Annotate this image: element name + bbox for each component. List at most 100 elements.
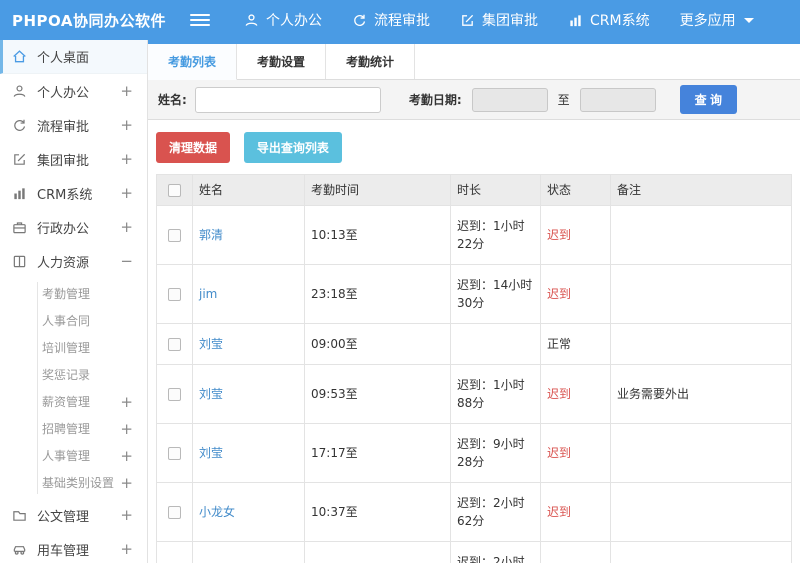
duration: 迟到：1小时88分 bbox=[450, 364, 541, 424]
row-checkbox[interactable] bbox=[168, 288, 181, 301]
date-to-input[interactable] bbox=[579, 87, 656, 112]
expand-plus-icon[interactable]: + bbox=[120, 393, 137, 411]
nav-crm-system[interactable]: CRM系统 bbox=[568, 10, 650, 30]
attendance-time: 09:00至 bbox=[304, 323, 451, 365]
expand-plus-icon[interactable]: + bbox=[120, 506, 137, 524]
expand-plus-icon[interactable]: + bbox=[120, 116, 137, 134]
sidebar-subitem-attendance[interactable]: 考勤管理 bbox=[0, 280, 147, 307]
process-icon bbox=[354, 14, 366, 26]
edit-icon bbox=[12, 151, 28, 167]
row-checkbox[interactable] bbox=[168, 447, 181, 460]
sidebar-subitem-label: 奖惩记录 bbox=[42, 368, 91, 382]
attendance-time: 10:37至 bbox=[304, 482, 451, 542]
employee-name-link[interactable]: 刘莹 bbox=[199, 337, 223, 351]
expand-plus-icon[interactable]: + bbox=[120, 184, 137, 202]
sidebar: 个人桌面 个人办公 + 流程审批 + 集团审批 + CRM系统 + 行政办公 +… bbox=[0, 40, 148, 563]
attendance-table-wrap: 姓名 考勤时间 时长 状态 备注 郭清 10:13至 迟到：1小时22分 迟到 bbox=[156, 174, 792, 563]
nav-label: 集团审批 bbox=[482, 13, 538, 29]
expand-plus-icon[interactable]: + bbox=[120, 540, 137, 558]
expand-plus-icon[interactable]: + bbox=[120, 218, 137, 236]
sidebar-item-desktop[interactable]: 个人桌面 bbox=[0, 40, 147, 74]
clear-data-button[interactable]: 清理数据 bbox=[156, 132, 231, 163]
select-all-checkbox[interactable] bbox=[168, 184, 181, 197]
employee-name-link[interactable]: 郭清 bbox=[199, 228, 223, 242]
table-row: jim 23:18至 迟到：14小时30分 迟到 bbox=[156, 264, 792, 324]
note bbox=[610, 264, 792, 324]
sidebar-subitem-label: 培训管理 bbox=[42, 341, 91, 355]
tab-attendance-settings[interactable]: 考勤设置 bbox=[237, 44, 327, 79]
duration: 迟到：9小时28分 bbox=[450, 423, 541, 483]
employee-name-link[interactable]: 小龙女 bbox=[199, 505, 235, 519]
nav-label: 流程审批 bbox=[374, 13, 430, 29]
caret-down-icon bbox=[743, 17, 754, 23]
column-header-note: 备注 bbox=[610, 174, 792, 206]
name-filter-label: 姓名: bbox=[158, 93, 187, 107]
sidebar-item-label: CRM系统 bbox=[37, 187, 93, 203]
sidebar-subitem-salary[interactable]: 薪资管理 + bbox=[0, 388, 147, 415]
table-row: 刘莹 09:53至 迟到：1小时88分 迟到 业务需要外出 bbox=[156, 364, 792, 424]
tab-attendance-list[interactable]: 考勤列表 bbox=[148, 44, 238, 80]
app-title: PHPOA协同办公软件 bbox=[12, 11, 166, 30]
expand-plus-icon[interactable]: + bbox=[120, 420, 137, 438]
date-from-input[interactable] bbox=[471, 87, 548, 112]
sidebar-item-hr[interactable]: 人力资源 − bbox=[0, 244, 147, 278]
employee-name-link[interactable]: 刘莹 bbox=[199, 387, 223, 401]
menu-toggle-icon[interactable] bbox=[190, 11, 210, 29]
sidebar-subitem-category-settings[interactable]: 基础类别设置 + bbox=[0, 469, 147, 496]
sidebar-item-vehicles[interactable]: 用车管理 + bbox=[0, 532, 147, 563]
row-checkbox[interactable] bbox=[168, 506, 181, 519]
process-icon bbox=[12, 117, 28, 133]
note bbox=[610, 423, 792, 483]
date-filter-label: 考勤日期: bbox=[408, 93, 462, 107]
sidebar-item-personal-office[interactable]: 个人办公 + bbox=[0, 74, 147, 108]
book-icon bbox=[12, 253, 28, 269]
nav-personal-office[interactable]: 个人办公 bbox=[244, 10, 322, 30]
employee-name-link[interactable]: jim bbox=[199, 287, 217, 301]
car-icon bbox=[12, 541, 28, 557]
tab-bar: 考勤列表 考勤设置 考勤统计 bbox=[148, 44, 800, 80]
person-icon bbox=[245, 13, 258, 26]
sidebar-subitem-training[interactable]: 培训管理 bbox=[0, 334, 147, 361]
row-checkbox[interactable] bbox=[168, 338, 181, 351]
sidebar-subitem-rewards[interactable]: 奖惩记录 bbox=[0, 361, 147, 388]
row-checkbox[interactable] bbox=[168, 388, 181, 401]
main-content: 考勤列表 考勤设置 考勤统计 姓名: 考勤日期: 至 查 询 清理数据 导出查询… bbox=[148, 40, 800, 563]
expand-plus-icon[interactable]: + bbox=[120, 150, 137, 168]
sidebar-item-group-approval[interactable]: 集团审批 + bbox=[0, 142, 147, 176]
nav-process-approval[interactable]: 流程审批 bbox=[352, 10, 430, 30]
sidebar-item-label: 集团审批 bbox=[37, 153, 90, 169]
expand-plus-icon[interactable]: + bbox=[120, 447, 137, 465]
attendance-time: 10:54至10:54 bbox=[304, 541, 451, 563]
table-row: 郭清 10:13至 迟到：1小时22分 迟到 bbox=[156, 205, 792, 265]
user-icon bbox=[12, 83, 28, 99]
duration bbox=[450, 323, 541, 365]
name-filter-input[interactable] bbox=[194, 86, 381, 113]
attendance-table: 姓名 考勤时间 时长 状态 备注 郭清 10:13至 迟到：1小时22分 迟到 bbox=[156, 174, 792, 563]
status-badge: 迟到 bbox=[540, 364, 611, 424]
employee-name-link[interactable]: 刘莹 bbox=[199, 446, 223, 460]
attendance-time: 17:17至 bbox=[304, 423, 451, 483]
sidebar-subitem-personnel[interactable]: 人事管理 + bbox=[0, 442, 147, 469]
tab-attendance-stats[interactable]: 考勤统计 bbox=[326, 44, 416, 79]
sidebar-subitem-recruit[interactable]: 招聘管理 + bbox=[0, 415, 147, 442]
nav-label: 更多应用 bbox=[679, 13, 736, 29]
sidebar-item-admin-office[interactable]: 行政办公 + bbox=[0, 210, 147, 244]
sidebar-subitem-label: 基础类别设置 bbox=[42, 476, 115, 490]
search-button[interactable]: 查 询 bbox=[679, 85, 737, 114]
briefcase-icon bbox=[12, 219, 28, 235]
expand-plus-icon[interactable]: + bbox=[120, 474, 137, 492]
sidebar-subitem-hr-contract[interactable]: 人事合同 bbox=[0, 307, 147, 334]
status-badge: 迟到 bbox=[540, 482, 611, 542]
expand-plus-icon[interactable]: + bbox=[120, 82, 137, 100]
expand-minus-icon[interactable]: − bbox=[120, 252, 137, 270]
nav-more-apps[interactable]: 更多应用 bbox=[680, 10, 754, 30]
sidebar-item-crm[interactable]: CRM系统 + bbox=[0, 176, 147, 210]
sidebar-item-process-approval[interactable]: 流程审批 + bbox=[0, 108, 147, 142]
nav-group-approval[interactable]: 集团审批 bbox=[460, 10, 538, 30]
chart-icon bbox=[12, 185, 28, 201]
date-to-label: 至 bbox=[557, 93, 570, 107]
row-checkbox[interactable] bbox=[168, 229, 181, 242]
export-list-button[interactable]: 导出查询列表 bbox=[243, 132, 342, 163]
sidebar-item-documents[interactable]: 公文管理 + bbox=[0, 498, 147, 532]
table-row: 刘莹 09:00至 正常 bbox=[156, 323, 792, 365]
